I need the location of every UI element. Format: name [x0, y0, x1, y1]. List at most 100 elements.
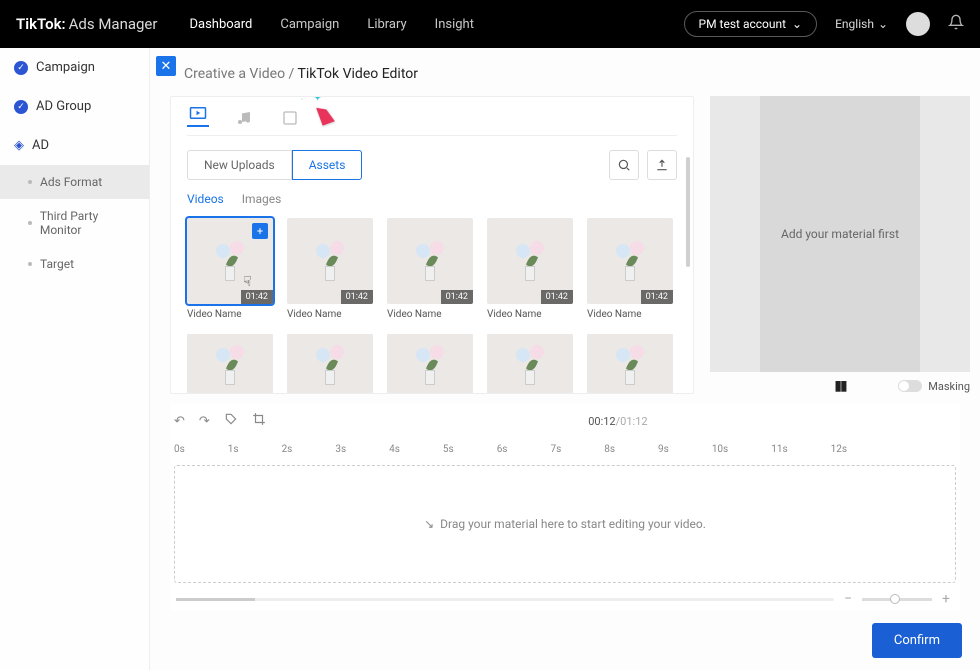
language-label: English	[835, 17, 874, 31]
breadcrumb-parent[interactable]: Creative a Video	[184, 66, 285, 82]
close-panel-button[interactable]: ✕	[156, 56, 176, 76]
masking-toggle[interactable]	[898, 380, 922, 392]
sidebar-sub-adsformat[interactable]: Ads Format	[0, 165, 149, 199]
video-clip[interactable]: 01:42Video Name	[387, 218, 473, 320]
breadcrumb: Creative a Video / TikTok Video Editor	[150, 48, 980, 96]
text-type-tab[interactable]	[279, 109, 301, 127]
clip-name: Video Name	[187, 309, 273, 320]
sidebar-label: Campaign	[36, 60, 95, 75]
redo-icon[interactable]: ↷	[199, 414, 210, 429]
clip-name: Video Name	[287, 309, 373, 320]
main-panel: ✕ Creative a Video / TikTok Video Editor…	[150, 48, 980, 670]
timeline-track[interactable]: ↘ Drag your material here to start editi…	[174, 465, 956, 583]
sidebar-item-campaign[interactable]: ✓Campaign	[0, 48, 149, 87]
clip-duration: 01:42	[641, 290, 673, 304]
sidebar-item-adgroup[interactable]: ✓AD Group	[0, 87, 149, 126]
masking-control: Masking	[898, 380, 970, 393]
timeline: ↶ ↷ 00:12/01:12 0s 1s 2s 3s 4s 5s 6s 7s …	[170, 404, 960, 611]
language-switcher[interactable]: English ⌄	[835, 17, 888, 31]
timeline-ruler[interactable]: 0s 1s 2s 3s 4s 5s 6s 7s 8s 9s 10s 11s 12…	[170, 438, 960, 461]
clip-thumbnail[interactable]	[287, 334, 373, 394]
video-clip[interactable]: 01:42Video Name	[487, 218, 573, 320]
tag-icon[interactable]	[224, 412, 238, 430]
confirm-button[interactable]: Confirm	[872, 623, 962, 658]
timeline-scrollbar[interactable]	[176, 598, 834, 601]
drop-hint: Drag your material here to start editing…	[440, 517, 706, 531]
clip-thumbnail[interactable]: 01:42	[287, 218, 373, 304]
clip-duration: 01:42	[541, 290, 573, 304]
sparkle-icon: ✦	[313, 96, 322, 104]
clip-name: Video Name	[587, 309, 673, 320]
video-clip[interactable]: + 01:42 ☟ Video Name	[187, 218, 273, 320]
bullet-icon	[28, 221, 32, 225]
brand-logo: TikTok: Ads Manager	[16, 15, 157, 33]
tab-new-uploads[interactable]: New Uploads	[187, 150, 292, 180]
clip-thumbnail[interactable]: 01:42	[387, 218, 473, 304]
nav-campaign[interactable]: Campaign	[280, 17, 339, 32]
sidebar-sub-target[interactable]: Target	[0, 247, 149, 281]
asset-library: New Uploads Assets ✦ · Videos Images	[170, 96, 694, 394]
check-icon: ✓	[14, 100, 28, 114]
tick: 4s	[389, 444, 400, 455]
clip-thumbnail[interactable]	[187, 334, 273, 394]
masking-label: Masking	[928, 380, 970, 393]
sparkle-icon: ·	[301, 96, 303, 104]
sidebar: ✓Campaign ✓AD Group ◈AD Ads Format Third…	[0, 48, 150, 670]
crop-icon[interactable]	[252, 412, 266, 430]
footer: Confirm	[872, 623, 962, 658]
sidebar-item-ad[interactable]: ◈ AD	[0, 126, 149, 165]
add-clip-button[interactable]: +	[252, 223, 268, 239]
tab-images[interactable]: Images	[242, 192, 282, 206]
clip-thumbnail[interactable]: 01:42	[587, 218, 673, 304]
library-scrollbar[interactable]	[686, 157, 690, 267]
tick: 0s	[174, 444, 185, 455]
breadcrumb-sep: /	[289, 66, 298, 82]
clip-thumbnail[interactable]	[587, 334, 673, 394]
chevron-down-icon: ⌄	[878, 17, 888, 31]
tab-assets[interactable]: Assets	[292, 150, 363, 180]
sidebar-sub-monitor[interactable]: Third Party Monitor	[0, 199, 149, 247]
video-clip[interactable]: 01:42 Video Name	[587, 218, 673, 320]
sidebar-sub-label: Ads Format	[40, 175, 102, 189]
hand-cursor-icon: ☟	[243, 274, 252, 290]
tick: 11s	[771, 444, 787, 455]
clip-duration: 01:42	[241, 290, 273, 304]
account-switcher[interactable]: PM test account ⌄	[684, 11, 818, 37]
tick: 10s	[712, 444, 728, 455]
zoom-slider[interactable]	[862, 598, 932, 601]
upload-button[interactable]	[647, 150, 677, 180]
tick: 2s	[282, 444, 293, 455]
top-nav: Dashboard Campaign Library Insight	[189, 17, 474, 32]
zoom-out-button[interactable]: −	[840, 591, 856, 607]
account-label: PM test account	[699, 17, 787, 31]
bell-icon[interactable]	[948, 14, 964, 34]
music-type-tab[interactable]	[233, 109, 255, 127]
video-type-tab[interactable]	[187, 109, 209, 127]
nav-library[interactable]: Library	[367, 17, 406, 32]
nav-insight[interactable]: Insight	[435, 17, 474, 32]
nav-dashboard[interactable]: Dashboard	[189, 17, 252, 32]
preview-panel: Add your material first ▮▮ Masking	[710, 96, 970, 400]
pause-button[interactable]: ▮▮	[834, 378, 845, 394]
clip-thumbnail[interactable]: + 01:42 ☟	[187, 218, 273, 304]
bulb-icon: ◈	[14, 138, 24, 153]
tick: 1s	[228, 444, 239, 455]
tab-videos[interactable]: Videos	[187, 192, 224, 206]
zoom-in-button[interactable]: +	[938, 591, 954, 607]
clip-thumbnail[interactable]	[387, 334, 473, 394]
video-clip[interactable]: 01:42 Video Name	[287, 218, 373, 320]
tick: 12s	[831, 444, 847, 455]
timeline-time: 00:12/01:12	[588, 415, 647, 428]
tick: 8s	[604, 444, 615, 455]
media-type-tabs	[187, 109, 677, 136]
clip-thumbnail[interactable]	[487, 334, 573, 394]
undo-icon[interactable]: ↶	[174, 414, 185, 429]
clip-grid: + 01:42 ☟ Video Name 01:42 Video Name 01:…	[187, 218, 677, 320]
search-button[interactable]	[609, 150, 639, 180]
clip-thumbnail[interactable]: 01:42	[487, 218, 573, 304]
clip-duration: 01:42	[341, 290, 373, 304]
avatar[interactable]	[906, 12, 930, 36]
time-current: 00:12	[588, 415, 615, 428]
tick: 7s	[550, 444, 561, 455]
sidebar-label: AD	[32, 138, 49, 153]
